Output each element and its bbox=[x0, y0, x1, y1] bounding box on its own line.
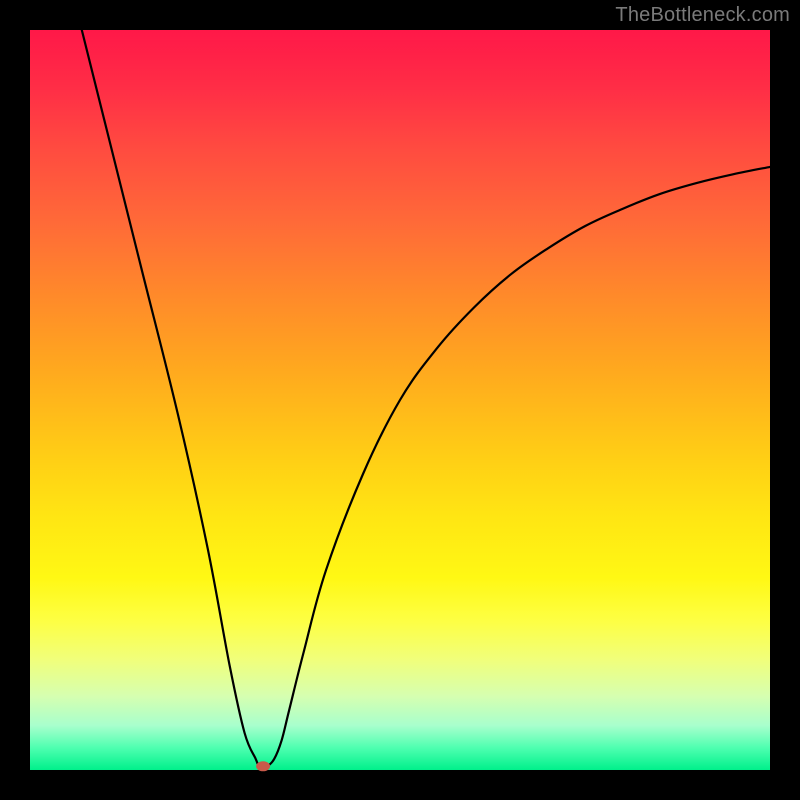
chart-marker bbox=[256, 761, 270, 771]
chart-stage: TheBottleneck.com bbox=[0, 0, 800, 800]
chart-curve bbox=[82, 30, 770, 767]
plot-area bbox=[30, 30, 770, 770]
attribution-label: TheBottleneck.com bbox=[615, 4, 790, 27]
chart-svg bbox=[30, 30, 770, 770]
